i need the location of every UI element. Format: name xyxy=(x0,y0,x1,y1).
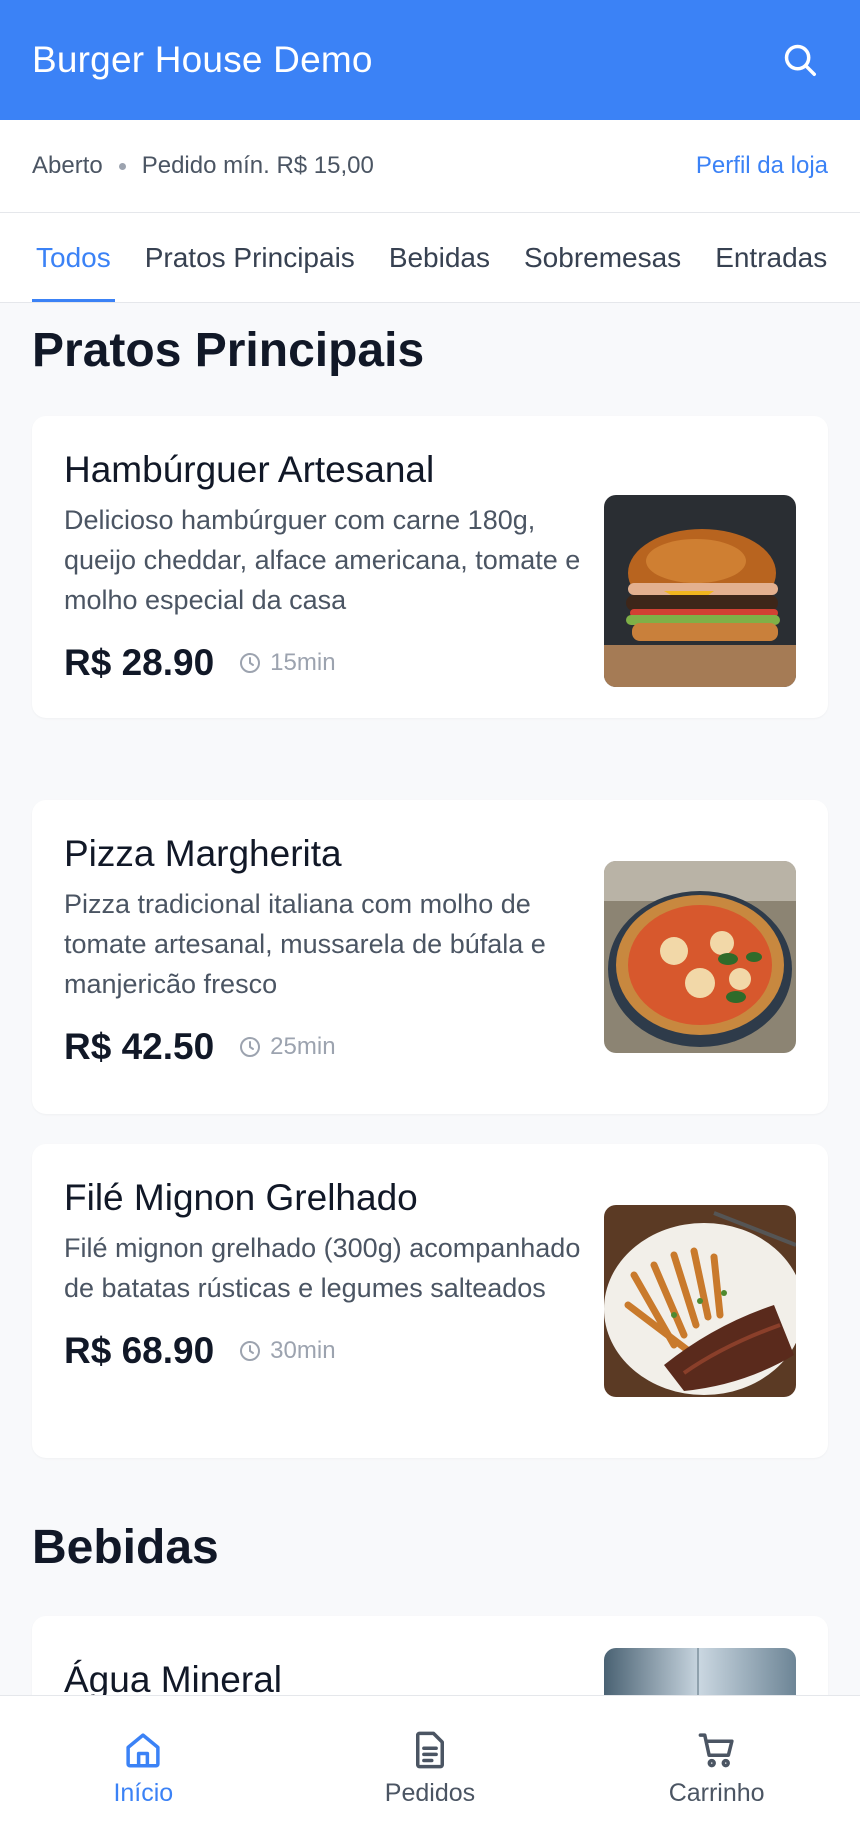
clock-icon xyxy=(240,1037,261,1057)
item-name: Hambúrguer Artesanal xyxy=(64,449,435,490)
app-title: Burger House Demo xyxy=(32,39,373,80)
prep-time-label: 15min xyxy=(270,649,336,676)
steak-photo xyxy=(604,1205,796,1397)
bottom-navigation: Início Pedidos Carrinho xyxy=(0,1695,860,1840)
pizza-photo xyxy=(604,861,796,1053)
item-price: R$ 28.90 xyxy=(64,642,215,683)
app-header: Burger House Demo xyxy=(0,0,860,120)
tab-todos[interactable]: Todos xyxy=(32,213,115,302)
item-name: Filé Mignon Grelhado xyxy=(64,1177,418,1218)
item-description: Filé mignon grelhado (300g) acompanhado … xyxy=(64,1233,581,1303)
category-tabs: Todos Pratos Principais Bebidas Sobremes… xyxy=(0,213,860,303)
section-title: Pratos Principais xyxy=(32,324,425,377)
prep-time: 15min xyxy=(238,649,336,677)
nav-label: Carrinho xyxy=(668,1778,765,1807)
tab-pratos-principais[interactable]: Pratos Principais xyxy=(141,213,359,302)
item-price: R$ 68.90 xyxy=(64,1330,215,1371)
clock-icon xyxy=(240,653,261,673)
tab-entradas[interactable]: Entradas xyxy=(711,213,831,302)
search-button[interactable] xyxy=(772,32,828,88)
cart-icon xyxy=(698,1732,734,1767)
item-description: Delicioso hambúrguer com carne 180g, que… xyxy=(64,505,581,615)
prep-time: 25min xyxy=(238,1033,336,1061)
tab-bebidas[interactable]: Bebidas xyxy=(385,213,494,302)
tab-sobremesas[interactable]: Sobremesas xyxy=(520,213,685,302)
item-description: Pizza tradicional italiana com molho de … xyxy=(64,889,546,999)
prep-time-label: 30min xyxy=(270,1337,336,1364)
menu-item-card[interactable]: Hambúrguer Artesanal Delicioso hambúrgue… xyxy=(32,416,828,718)
app-screen: Burger House Demo Aberto Pedido mín. R$ … xyxy=(0,0,860,1840)
home-icon xyxy=(126,1732,160,1767)
item-price: R$ 42.50 xyxy=(64,1026,215,1067)
item-name: Pizza Margherita xyxy=(64,833,342,874)
store-info-bar: Aberto Pedido mín. R$ 15,00 Perfil da lo… xyxy=(0,120,860,213)
prep-time-label: 25min xyxy=(270,1033,336,1060)
menu-item-card[interactable]: Pizza Margherita Pizza tradicional itali… xyxy=(32,800,828,1114)
nav-pedidos[interactable]: Pedidos xyxy=(330,1729,530,1808)
section-title: Bebidas xyxy=(32,1521,219,1574)
nav-inicio[interactable]: Início xyxy=(43,1729,243,1808)
menu-item-card[interactable]: Filé Mignon Grelhado Filé mignon grelhad… xyxy=(32,1144,828,1458)
store-profile-link[interactable]: Perfil da loja xyxy=(696,152,828,180)
burger-photo xyxy=(604,495,796,687)
store-status: Aberto xyxy=(32,152,103,179)
clock-icon xyxy=(240,1341,261,1361)
search-icon xyxy=(784,44,816,76)
nav-label: Pedidos xyxy=(384,1778,476,1807)
nav-carrinho[interactable]: Carrinho xyxy=(617,1729,817,1808)
minimum-order: Pedido mín. R$ 15,00 xyxy=(141,152,374,179)
separator-dot xyxy=(118,162,126,170)
receipt-icon xyxy=(415,1731,444,1768)
nav-label: Início xyxy=(113,1778,174,1807)
prep-time: 30min xyxy=(238,1337,336,1365)
